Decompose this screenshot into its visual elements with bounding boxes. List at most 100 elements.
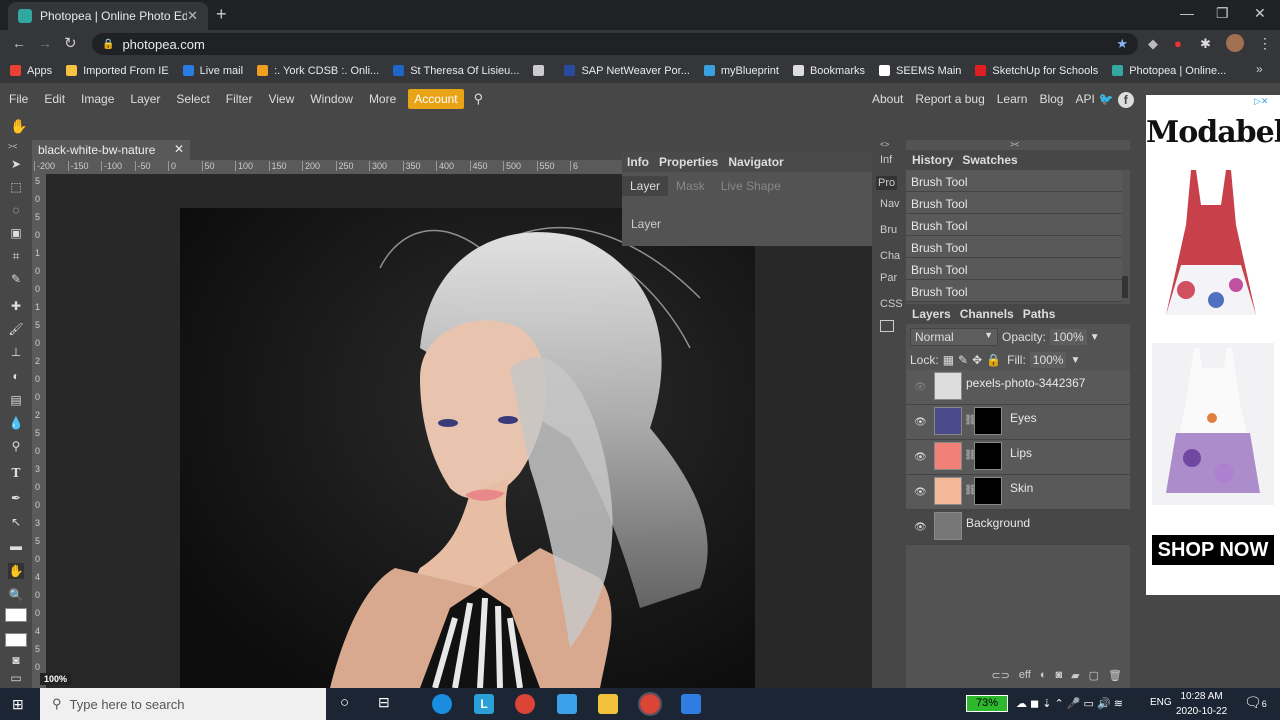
bookmark-item[interactable]: myBlueprint [703, 65, 779, 77]
hand-tool-icon[interactable]: ✋ [8, 563, 24, 579]
screen-mode-icon[interactable]: ▭ [8, 670, 24, 686]
eye-icon[interactable]: 👁 [914, 417, 927, 428]
canvas-area[interactable] [46, 174, 872, 688]
right-collapse-icon[interactable]: >< [1010, 140, 1019, 149]
forward-icon[interactable]: → [38, 35, 52, 51]
more-bookmarks-icon[interactable]: » [1256, 62, 1263, 76]
tab-info[interactable]: Info [622, 155, 654, 169]
clock[interactable]: 10:28 AM 2020-10-22 [1176, 689, 1227, 719]
move-tool-icon[interactable]: ➤ [8, 156, 24, 172]
tab-channels[interactable]: Channels [957, 307, 1017, 321]
type-tool-icon[interactable]: T [8, 465, 24, 481]
learn-link[interactable]: Learn [997, 92, 1028, 108]
profile-avatar[interactable] [1226, 34, 1244, 52]
file-explorer-icon[interactable] [598, 694, 618, 714]
subtab-mask[interactable]: Mask [668, 176, 713, 196]
lock-position-icon[interactable]: ✥ [972, 353, 982, 367]
menu-select[interactable]: Select [168, 92, 217, 106]
menu-filter[interactable]: Filter [218, 92, 261, 106]
effects-button[interactable]: eff [1019, 669, 1031, 681]
background-color-swatch[interactable] [5, 633, 27, 647]
edge-icon[interactable] [432, 694, 452, 714]
subtab-live-shape[interactable]: Live Shape [713, 176, 789, 196]
file-app-icon[interactable] [557, 694, 577, 714]
menu-file[interactable]: File [1, 92, 36, 106]
eyedropper-tool-icon[interactable]: ✎ [8, 271, 24, 287]
app-l-icon[interactable]: L [474, 694, 494, 714]
crop-tool-icon[interactable]: ⌗ [8, 248, 24, 264]
marquee-tool-icon[interactable]: ⬚ [8, 179, 24, 195]
bookmark-item[interactable]: SAP NetWeaver Por... [564, 65, 690, 77]
puzzle-icon[interactable]: ✱ [1200, 36, 1211, 52]
opacity-dropdown-icon[interactable]: ▼ [1090, 332, 1100, 343]
quick-mask-icon[interactable]: ◙ [8, 652, 24, 668]
adjustment-icon[interactable]: ◐ [1040, 669, 1047, 681]
mini-brush[interactable]: Bru [880, 224, 897, 236]
mini-css[interactable]: CSS [880, 298, 903, 310]
browser-tab[interactable]: Photopea | Online Photo Editor ✕ [8, 2, 208, 30]
history-item[interactable]: Brush Tool [906, 192, 1122, 214]
notifications-icon[interactable]: 🗨6 [1244, 694, 1267, 711]
menu-view[interactable]: View [260, 92, 302, 106]
bookmark-item[interactable]: Imported From IE [66, 65, 169, 77]
tab-swatches[interactable]: Swatches [959, 153, 1020, 167]
shape-tool-icon[interactable]: ▬ [8, 538, 24, 554]
chrome-menu-icon[interactable]: ⋮ [1258, 35, 1272, 52]
blend-mode-select[interactable]: Normal ▼ [910, 328, 998, 346]
about-link[interactable]: About [872, 92, 903, 108]
eye-icon[interactable]: 👁 [914, 382, 927, 393]
layer-mask-thumbnail[interactable] [974, 407, 1002, 435]
mini-navigator[interactable]: Nav [880, 198, 900, 210]
fill-dropdown-icon[interactable]: ▼ [1070, 355, 1080, 366]
blog-link[interactable]: Blog [1039, 92, 1063, 108]
lock-transparency-icon[interactable]: ▦ [943, 353, 954, 367]
mini-info[interactable]: Inf [880, 154, 892, 166]
eraser-tool-icon[interactable]: ◐ [8, 368, 24, 384]
minimize-icon[interactable]: — [1180, 5, 1194, 21]
gradient-tool-icon[interactable]: ▤ [8, 392, 24, 408]
history-item[interactable]: Brush Tool [906, 258, 1122, 280]
healing-tool-icon[interactable]: ✚ [8, 298, 24, 314]
bookmark-item[interactable]: St Theresa Of Lisieu... [393, 65, 519, 77]
path-select-tool-icon[interactable]: ↖ [8, 514, 24, 530]
bookmark-item[interactable]: :. York CDSB :. Onli... [257, 65, 379, 77]
toolbar-collapse-icon[interactable]: >< [8, 142, 17, 151]
layer-mask-thumbnail[interactable] [974, 442, 1002, 470]
blur-tool-icon[interactable]: 💧 [8, 415, 24, 431]
quick-select-tool-icon[interactable]: ▣ [8, 225, 24, 241]
close-window-icon[interactable]: ✕ [1254, 5, 1266, 22]
layer-mask-thumbnail[interactable] [974, 477, 1002, 505]
lasso-tool-icon[interactable]: ◌ [8, 202, 24, 218]
mini-paragraph[interactable]: Par [880, 272, 897, 284]
menu-image[interactable]: Image [73, 92, 122, 106]
subtab-layer[interactable]: Layer [622, 176, 669, 196]
folder-icon[interactable]: ▰ [1071, 669, 1079, 682]
star-icon[interactable]: ★ [1116, 36, 1128, 52]
chrome-active-icon[interactable] [638, 692, 662, 716]
layer-row[interactable]: 👁 ⛓ Lips [906, 440, 1130, 475]
eye-icon[interactable]: 👁 [914, 452, 927, 463]
bookmark-item[interactable]: Live mail [182, 65, 243, 77]
menu-window[interactable]: Window [302, 92, 361, 106]
bookmark-item[interactable] [533, 65, 550, 76]
report-bug-link[interactable]: Report a bug [915, 92, 984, 108]
search-icon[interactable]: ⚲ [474, 91, 484, 107]
eye-icon[interactable]: 👁 [914, 522, 927, 533]
extension-red-icon[interactable]: ● [1174, 36, 1182, 51]
back-icon[interactable]: ← [12, 35, 26, 51]
reload-icon[interactable]: ↻ [64, 34, 77, 52]
new-tab-icon[interactable]: + [216, 4, 227, 25]
lock-all-icon[interactable]: 🔒 [986, 353, 1001, 367]
ad-banner[interactable]: ▷✕ Modabells SHOP NOW [1146, 95, 1280, 595]
trash-icon[interactable]: 🗑 [1108, 669, 1122, 682]
ad-choices-icon[interactable]: ▷✕ [1254, 96, 1278, 106]
tab-navigator[interactable]: Navigator [723, 155, 788, 169]
bookmark-item[interactable]: Bookmarks [792, 65, 865, 77]
menu-layer[interactable]: Layer [122, 92, 168, 106]
opacity-field[interactable]: 100% [1050, 329, 1087, 345]
twitter-icon[interactable]: 🐦 [1099, 92, 1114, 108]
url-field[interactable]: 🔒 photopea.com ★ [92, 33, 1138, 55]
windows-start-icon[interactable]: ⊞ [12, 696, 28, 712]
history-item[interactable]: Brush Tool [906, 214, 1122, 236]
zoom-tool-icon[interactable]: 🔍 [8, 587, 24, 603]
